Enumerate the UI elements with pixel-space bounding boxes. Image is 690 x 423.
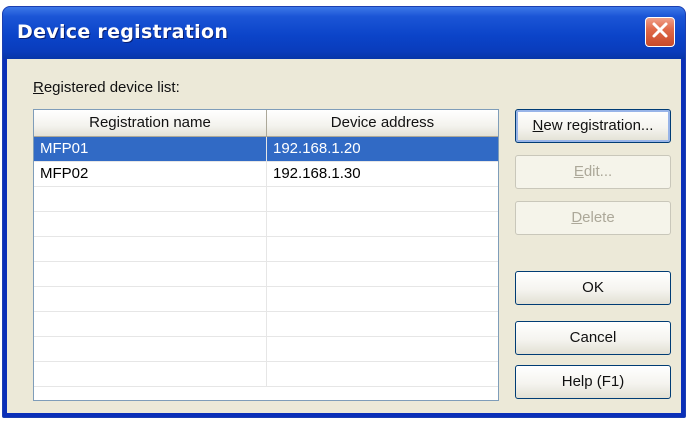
delete-button[interactable]: Delete: [515, 201, 671, 235]
empty-cell: [34, 237, 267, 261]
column-header-device-address[interactable]: Device address: [267, 110, 498, 136]
registration-name-cell: MFP01: [34, 137, 267, 161]
empty-cell: [267, 312, 498, 336]
delete-mnemonic: D: [571, 209, 583, 226]
empty-row: [34, 262, 498, 287]
empty-row: [34, 237, 498, 262]
empty-row: [34, 212, 498, 237]
table-row[interactable]: MFP02 192.168.1.30: [34, 162, 498, 187]
empty-cell: [34, 362, 267, 386]
cancel-button[interactable]: Cancel: [515, 321, 671, 355]
empty-cell: [267, 237, 498, 261]
empty-cell: [267, 187, 498, 211]
device-address-cell: 192.168.1.30: [273, 165, 361, 182]
edit-label: dit...: [583, 163, 613, 180]
empty-cell: [267, 287, 498, 311]
empty-row: [34, 362, 498, 387]
close-icon: [651, 21, 669, 44]
registration-name-cell: MFP02: [34, 162, 267, 186]
list-rows: MFP01 192.168.1.20 MFP02 192.168.1.30: [34, 137, 498, 387]
empty-cell: [34, 262, 267, 286]
label-text: egistered device list:: [43, 79, 180, 96]
empty-cell: [34, 212, 267, 236]
close-button[interactable]: [645, 17, 675, 47]
dialog-body: Registered device list: Registration nam…: [7, 59, 681, 413]
empty-cell: [267, 362, 498, 386]
new-registration-button[interactable]: New registration...: [515, 109, 671, 143]
label-mnemonic: R: [33, 79, 44, 96]
help-button[interactable]: Help (F1): [515, 365, 671, 399]
window-title: Device registration: [17, 21, 229, 43]
ok-button[interactable]: OK: [515, 271, 671, 305]
registered-device-list[interactable]: Registration name Device address MFP01 1…: [33, 109, 499, 401]
registered-device-list-label: Registered device list:: [33, 79, 180, 96]
empty-cell: [34, 337, 267, 361]
device-address-cell: 192.168.1.20: [273, 140, 361, 157]
empty-row: [34, 287, 498, 312]
column-header-registration-name[interactable]: Registration name: [34, 110, 267, 136]
list-header: Registration name Device address: [34, 110, 498, 137]
edit-mnemonic: E: [573, 163, 584, 180]
edit-button[interactable]: Edit...: [515, 155, 671, 189]
empty-cell: [34, 287, 267, 311]
new-registration-mnemonic: N: [532, 117, 544, 134]
new-registration-label: ew registration...: [543, 117, 654, 134]
empty-cell: [267, 337, 498, 361]
empty-cell: [34, 312, 267, 336]
empty-cell: [267, 212, 498, 236]
empty-cell: [267, 262, 498, 286]
empty-row: [34, 312, 498, 337]
empty-row: [34, 337, 498, 362]
empty-row: [34, 187, 498, 212]
delete-label: elete: [582, 209, 615, 226]
device-registration-dialog: Device registration Registered device li…: [2, 6, 686, 418]
table-row[interactable]: MFP01 192.168.1.20: [34, 137, 498, 162]
empty-cell: [34, 187, 267, 211]
title-bar[interactable]: Device registration: [3, 7, 685, 59]
